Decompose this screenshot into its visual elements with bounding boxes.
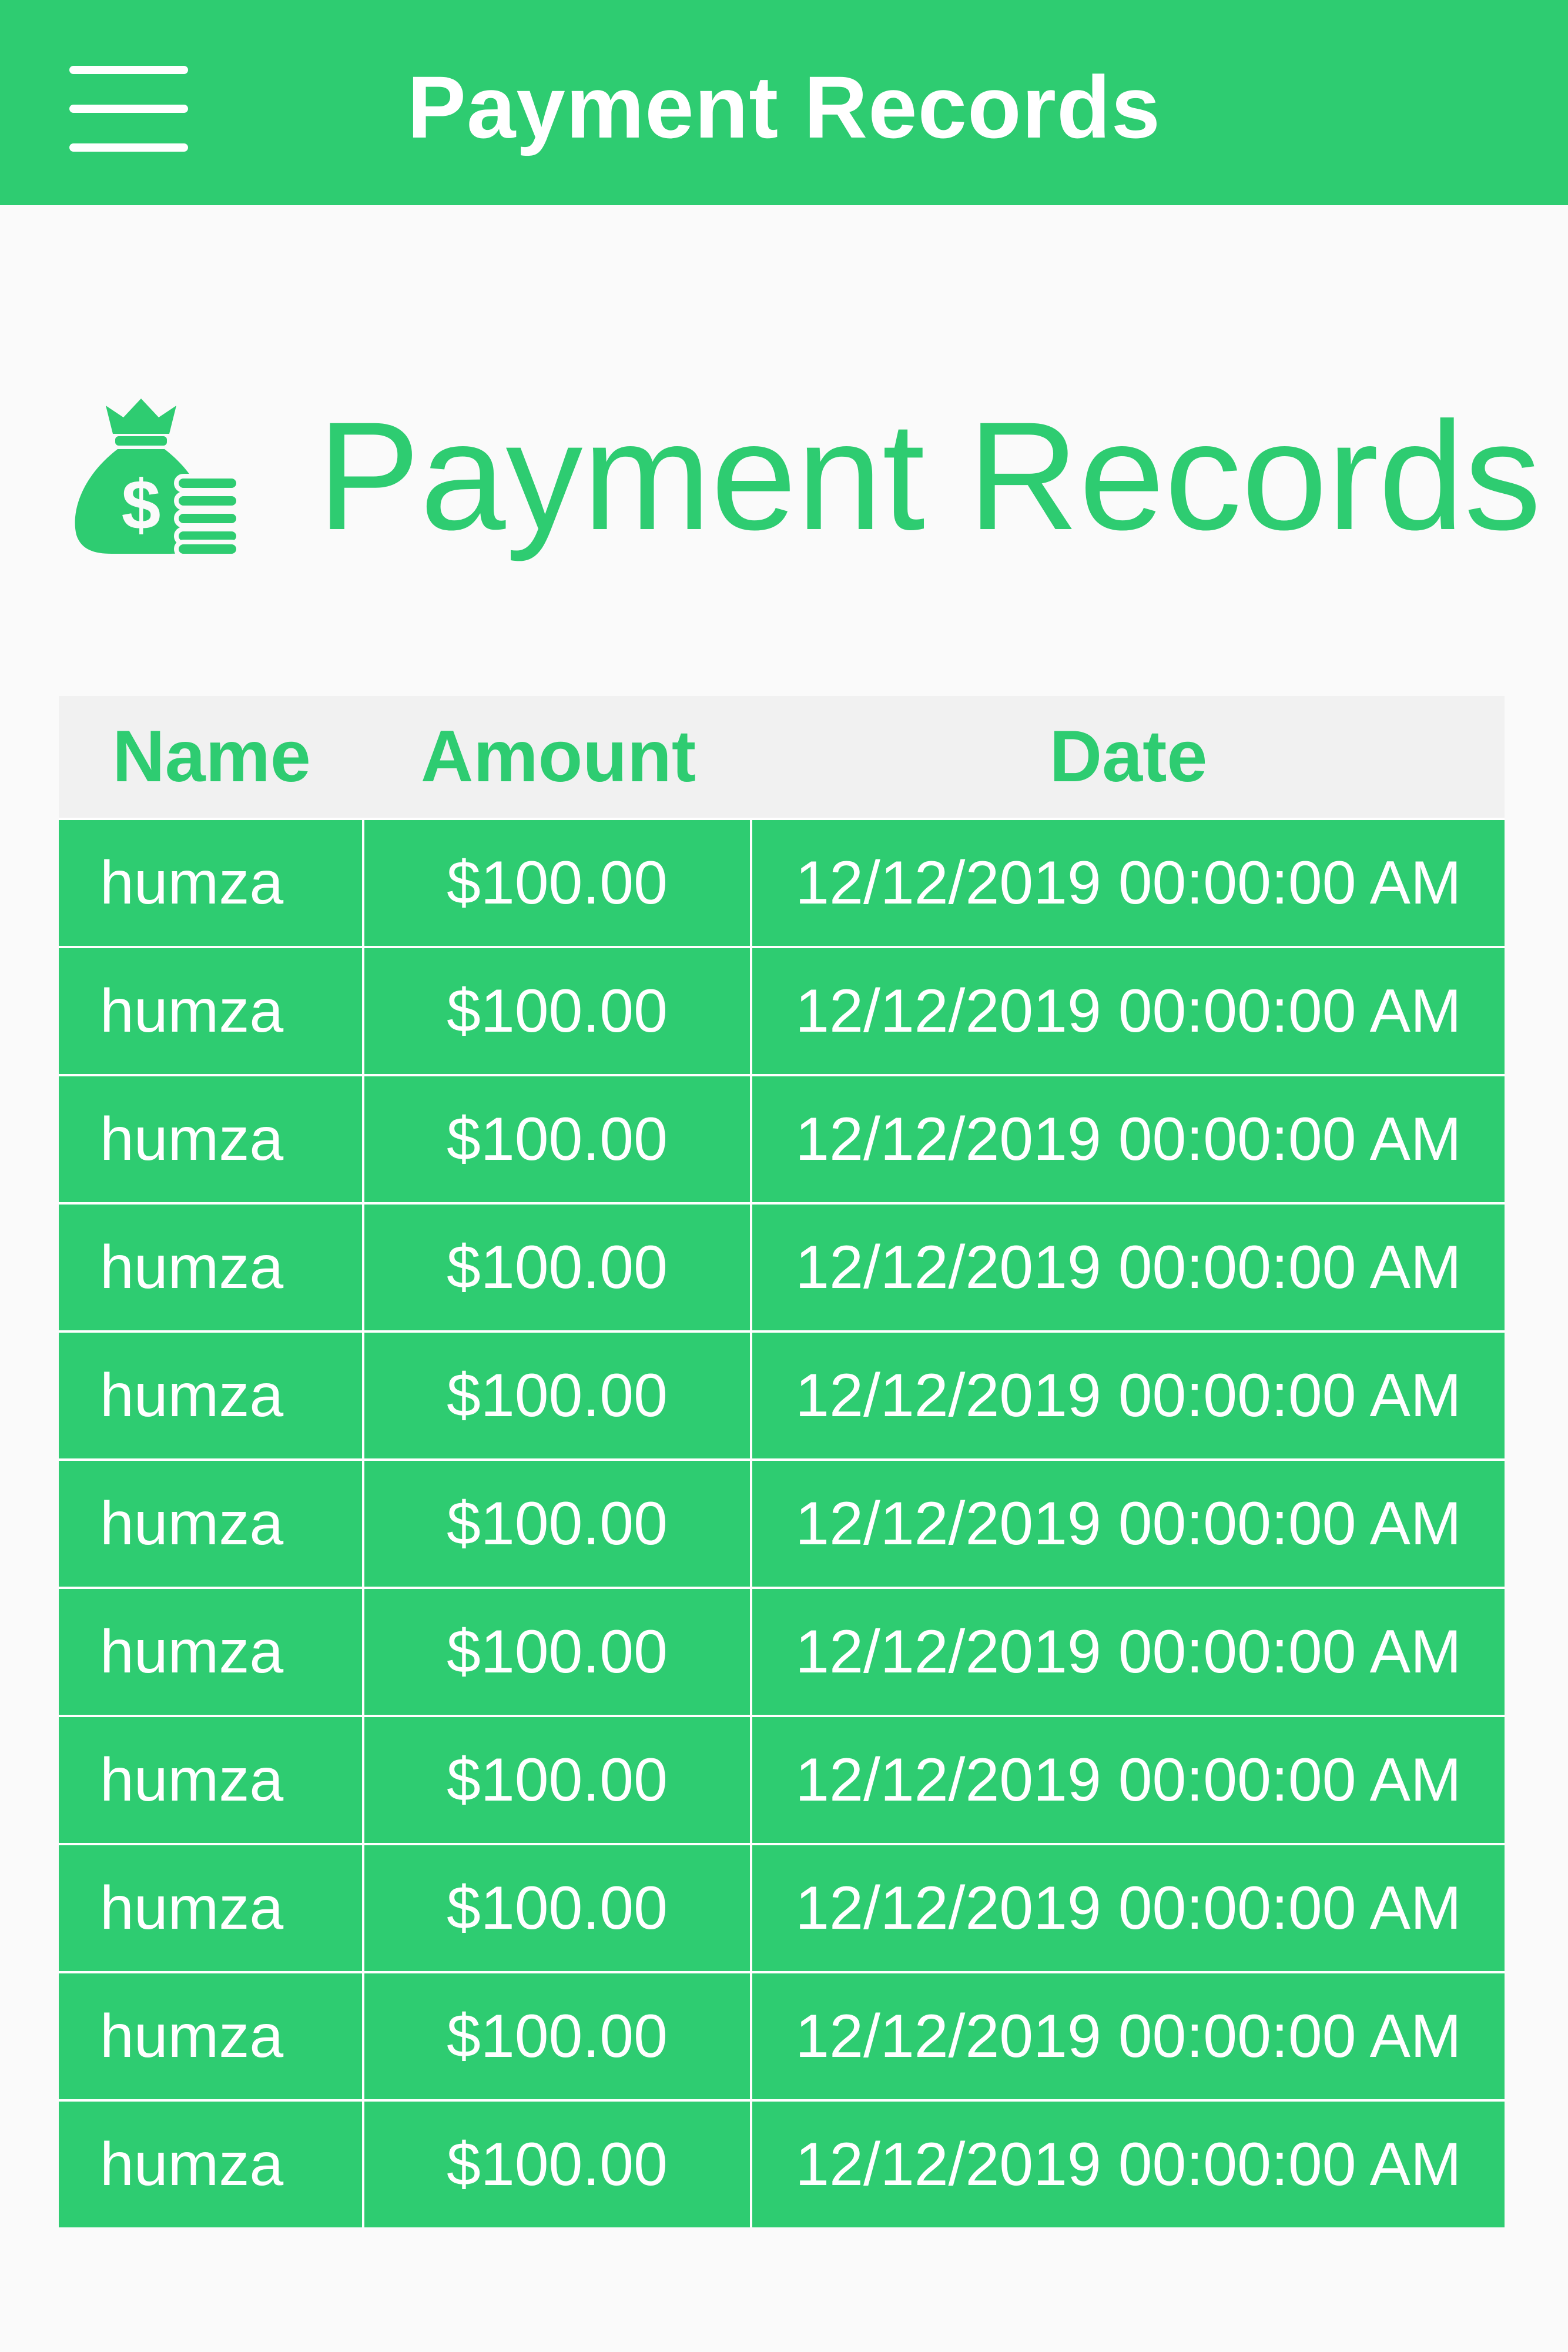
- cell-amount: $100.00: [364, 820, 752, 946]
- cell-amount: $100.00: [364, 1076, 752, 1202]
- table-row[interactable]: humza $100.00 12/12/2019 00:00:00 AM: [59, 1202, 1505, 1330]
- app-bar: Payment Records: [0, 0, 1568, 205]
- table-row[interactable]: humza $100.00 12/12/2019 00:00:00 AM: [59, 1587, 1505, 1715]
- cell-amount: $100.00: [364, 1973, 752, 2099]
- payment-records-table: Name Amount Date humza $100.00 12/12/201…: [59, 696, 1505, 2227]
- cell-name: humza: [59, 1845, 364, 1971]
- table-row[interactable]: humza $100.00 12/12/2019 00:00:00 AM: [59, 1843, 1505, 1971]
- cell-name: humza: [59, 1076, 364, 1202]
- svg-text:$: $: [122, 466, 161, 544]
- table-row[interactable]: humza $100.00 12/12/2019 00:00:00 AM: [59, 1971, 1505, 2099]
- cell-name: humza: [59, 1333, 364, 1458]
- app-bar-title: Payment Records: [407, 58, 1161, 156]
- table-header: Name Amount Date: [59, 696, 1505, 818]
- cell-amount: $100.00: [364, 1333, 752, 1458]
- table-row[interactable]: humza $100.00 12/12/2019 00:00:00 AM: [59, 1458, 1505, 1587]
- cell-amount: $100.00: [364, 948, 752, 1074]
- cell-date: 12/12/2019 00:00:00 AM: [795, 2130, 1462, 2199]
- cell-name: humza: [59, 1717, 364, 1843]
- cell-name: humza: [59, 948, 364, 1074]
- cell-amount: $100.00: [364, 2102, 752, 2227]
- money-bag-icon: $: [75, 399, 241, 558]
- cell-name: humza: [59, 1973, 364, 2099]
- table-row[interactable]: humza $100.00 12/12/2019 00:00:00 AM: [59, 1330, 1505, 1458]
- cell-date: 12/12/2019 00:00:00 AM: [795, 1490, 1462, 1558]
- column-header-amount[interactable]: Amount: [364, 696, 752, 818]
- table-row[interactable]: humza $100.00 12/12/2019 00:00:00 AM: [59, 2099, 1505, 2227]
- cell-name: humza: [59, 820, 364, 946]
- cell-date: 12/12/2019 00:00:00 AM: [795, 1874, 1462, 1942]
- column-header-name[interactable]: Name: [59, 696, 364, 818]
- cell-name: humza: [59, 1589, 364, 1715]
- cell-name: humza: [59, 1205, 364, 1330]
- table-row[interactable]: humza $100.00 12/12/2019 00:00:00 AM: [59, 946, 1505, 1074]
- table-row[interactable]: humza $100.00 12/12/2019 00:00:00 AM: [59, 818, 1505, 946]
- cell-date: 12/12/2019 00:00:00 AM: [795, 1746, 1462, 1814]
- cell-date: 12/12/2019 00:00:00 AM: [795, 849, 1462, 917]
- cell-date: 12/12/2019 00:00:00 AM: [795, 977, 1462, 1045]
- cell-name: humza: [59, 2102, 364, 2227]
- page-title: Payment Records: [317, 390, 1542, 562]
- cell-amount: $100.00: [364, 1205, 752, 1330]
- cell-date: 12/12/2019 00:00:00 AM: [795, 1618, 1462, 1686]
- cell-amount: $100.00: [364, 1845, 752, 1971]
- cell-amount: $100.00: [364, 1589, 752, 1715]
- cell-name: humza: [59, 1461, 364, 1587]
- page-heading: $ Payment Records: [65, 376, 1546, 576]
- table-row[interactable]: humza $100.00 12/12/2019 00:00:00 AM: [59, 1715, 1505, 1843]
- cell-date: 12/12/2019 00:00:00 AM: [795, 1233, 1462, 1302]
- cell-amount: $100.00: [364, 1461, 752, 1587]
- table-row[interactable]: humza $100.00 12/12/2019 00:00:00 AM: [59, 1074, 1505, 1202]
- column-header-date[interactable]: Date: [752, 696, 1505, 818]
- cell-amount: $100.00: [364, 1717, 752, 1843]
- cell-date: 12/12/2019 00:00:00 AM: [795, 1361, 1462, 1430]
- cell-date: 12/12/2019 00:00:00 AM: [795, 2002, 1462, 2070]
- cell-date: 12/12/2019 00:00:00 AM: [795, 1105, 1462, 1173]
